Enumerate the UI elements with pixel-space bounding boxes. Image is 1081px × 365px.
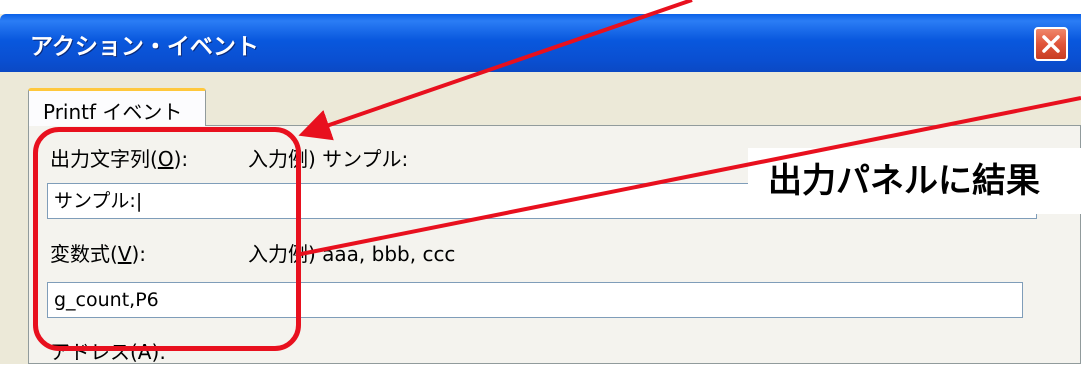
- annotation-arrows: [295, 0, 1081, 257]
- arrow-to-output-input: [295, 96, 1081, 257]
- tab-printf-event[interactable]: Printf イベント: [28, 88, 206, 126]
- tab-label: Printf イベント: [43, 100, 183, 124]
- arrow-to-output-label: [298, 0, 693, 141]
